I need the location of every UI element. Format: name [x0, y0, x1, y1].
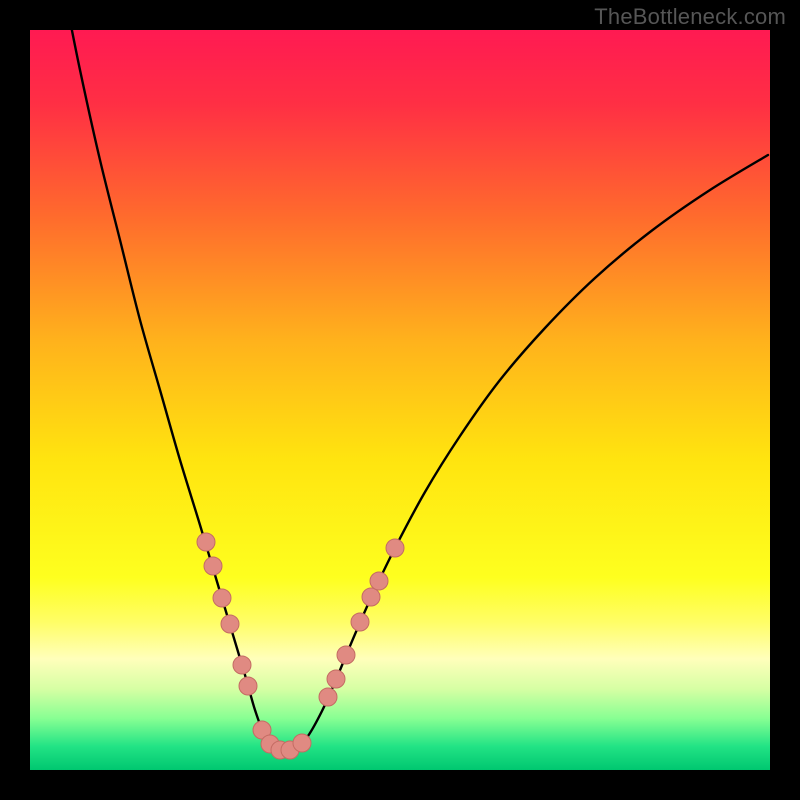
data-dot: [327, 670, 345, 688]
data-dot: [221, 615, 239, 633]
data-dot: [293, 734, 311, 752]
data-dots: [197, 533, 404, 759]
data-dot: [351, 613, 369, 631]
data-dot: [319, 688, 337, 706]
data-dot: [197, 533, 215, 551]
curve-overlay: [30, 30, 770, 770]
data-dot: [386, 539, 404, 557]
data-dot: [239, 677, 257, 695]
chart-frame: TheBottleneck.com: [0, 0, 800, 800]
data-dot: [337, 646, 355, 664]
data-dot: [204, 557, 222, 575]
data-dot: [370, 572, 388, 590]
data-dot: [362, 588, 380, 606]
bottleneck-curve: [64, 30, 768, 750]
watermark-text: TheBottleneck.com: [594, 4, 786, 30]
data-dot: [213, 589, 231, 607]
plot-area: [30, 30, 770, 770]
data-dot: [233, 656, 251, 674]
